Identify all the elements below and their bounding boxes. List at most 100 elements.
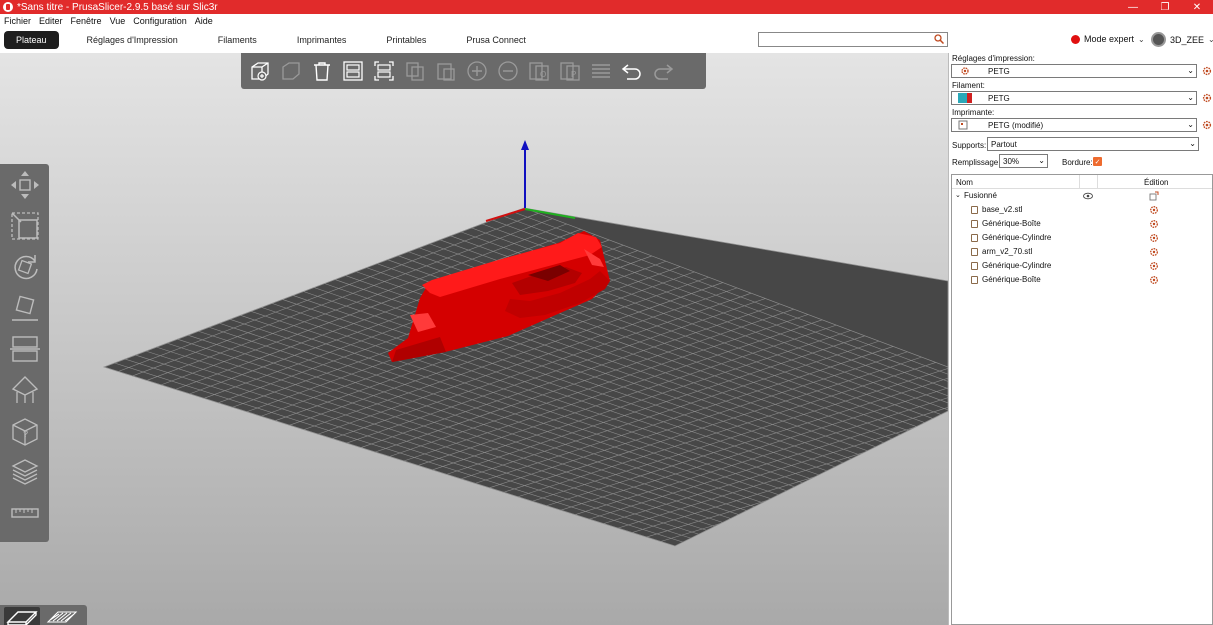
tree-item-label: Générique-Cylindre: [982, 261, 1052, 270]
user-account[interactable]: 3D_ZEE ⌄: [1151, 32, 1213, 47]
variable-layer-button[interactable]: [8, 455, 42, 489]
3d-viewport[interactable]: O P ?: [0, 53, 948, 625]
gear-icon[interactable]: [1149, 219, 1159, 229]
ruler-icon: [10, 508, 39, 518]
printer-gear-icon[interactable]: [1202, 120, 1212, 130]
layers-editing-button[interactable]: [588, 59, 613, 84]
supports-combo[interactable]: Partout ⌄: [987, 137, 1199, 151]
split-objects-button[interactable]: O: [526, 59, 551, 84]
paste-button[interactable]: [433, 59, 458, 84]
rotate-icon: [13, 255, 38, 280]
delete-all-button[interactable]: [309, 59, 334, 84]
undo-icon: [621, 64, 641, 80]
filament-gear-icon[interactable]: [1202, 93, 1212, 103]
expand-chevron-icon[interactable]: ⌄: [955, 191, 961, 199]
chevron-down-icon: ⌄: [1208, 35, 1213, 44]
chevron-down-icon: ⌄: [1189, 139, 1196, 148]
svg-text:?: ?: [23, 429, 28, 439]
undo-button[interactable]: [619, 59, 644, 84]
menu-fichier[interactable]: Fichier: [0, 16, 35, 26]
brim-label: Bordure:: [1062, 158, 1093, 167]
part-icon: [971, 206, 978, 214]
preview-button[interactable]: [44, 607, 80, 625]
move-icon: [10, 171, 39, 199]
mode-selector[interactable]: Mode expert ⌄: [1071, 34, 1145, 44]
cut-tool-button[interactable]: [8, 332, 42, 366]
tree-row[interactable]: Générique-Boîte: [952, 273, 1212, 287]
infill-combo[interactable]: 30% ⌄: [999, 154, 1048, 168]
gear-icon[interactable]: [1149, 233, 1159, 243]
scale-tool-button[interactable]: [8, 209, 42, 243]
print-settings-gear-icon[interactable]: [1202, 66, 1212, 76]
redo-icon: [653, 64, 673, 80]
build-plate-scene[interactable]: [0, 53, 948, 625]
tab-reglages-impression[interactable]: Réglages d'Impression: [75, 31, 190, 49]
seam-painting-button[interactable]: ?: [8, 414, 42, 448]
print-settings-value: PETG: [988, 66, 1010, 76]
delete-button[interactable]: [278, 59, 303, 84]
menu-vue[interactable]: Vue: [106, 16, 130, 26]
menu-editer[interactable]: Editer: [35, 16, 67, 26]
gear-icon[interactable]: [1149, 275, 1159, 285]
menu-aide[interactable]: Aide: [191, 16, 217, 26]
brim-checkbox[interactable]: ✓: [1093, 157, 1102, 166]
paint-supports-button[interactable]: [8, 373, 42, 407]
tree-row[interactable]: Générique-Cylindre: [952, 259, 1212, 273]
plus-icon: [466, 61, 487, 81]
prusaslicer-logo-icon: [3, 2, 13, 12]
minimize-button[interactable]: —: [1117, 0, 1149, 14]
tree-row[interactable]: Générique-Cylindre: [952, 231, 1212, 245]
printer-combo[interactable]: PETG (modifié) ⌄: [951, 118, 1197, 132]
remove-instance-button[interactable]: [495, 59, 520, 84]
redo-button[interactable]: [650, 59, 675, 84]
gear-icon[interactable]: [1149, 205, 1159, 215]
gear-icon[interactable]: [1149, 247, 1159, 257]
tab-prusa-connect[interactable]: Prusa Connect: [454, 31, 538, 49]
gear-icon: [961, 67, 969, 75]
maximize-button[interactable]: ❐: [1149, 0, 1181, 14]
tab-imprimantes[interactable]: Imprimantes: [285, 31, 359, 49]
chevron-down-icon: ⌄: [1138, 34, 1145, 44]
close-button[interactable]: ✕: [1181, 0, 1213, 14]
menu-fenetre[interactable]: Fenêtre: [67, 16, 106, 26]
rotate-tool-button[interactable]: [8, 250, 42, 284]
split-parts-icon: P: [559, 62, 580, 81]
paint-supports-icon: [11, 376, 38, 403]
search-input[interactable]: [758, 32, 948, 47]
tree-root-label: Fusionné: [964, 191, 997, 200]
gear-icon[interactable]: [1149, 261, 1159, 271]
object-list-header: Nom Édition: [952, 175, 1212, 189]
tab-filaments[interactable]: Filaments: [206, 31, 269, 49]
measure-tool-button[interactable]: [8, 496, 42, 530]
split-parts-button[interactable]: P: [557, 59, 582, 84]
svg-text:O: O: [540, 70, 546, 79]
arrange-button[interactable]: [340, 59, 365, 84]
copy-button[interactable]: [402, 59, 427, 84]
print-settings-combo[interactable]: PETG ⌄: [951, 64, 1197, 78]
tree-row[interactable]: arm_v2_70.stl: [952, 245, 1212, 259]
search-icon[interactable]: [934, 34, 944, 44]
edit-object-icon[interactable]: [1149, 191, 1159, 201]
menu-bar: Fichier Editer Fenêtre Vue Configuration…: [0, 14, 1213, 27]
part-icon: [971, 276, 978, 284]
add-instance-button[interactable]: [464, 59, 489, 84]
tab-printables[interactable]: Printables: [374, 31, 438, 49]
menu-configuration[interactable]: Configuration: [129, 16, 191, 26]
add-button[interactable]: [247, 59, 272, 84]
arrange-selection-button[interactable]: [371, 59, 396, 84]
tree-row[interactable]: Générique-Boîte: [952, 217, 1212, 231]
tab-plateau[interactable]: Plateau: [4, 31, 59, 49]
place-on-face-icon: [11, 295, 38, 321]
tree-row-root[interactable]: ⌄ Fusionné: [952, 189, 1212, 203]
filament-combo[interactable]: PETG ⌄: [951, 91, 1197, 105]
chevron-down-icon: ⌄: [1187, 120, 1194, 129]
eye-icon[interactable]: [1083, 192, 1093, 200]
3d-view-button[interactable]: [4, 607, 40, 625]
part-icon: [971, 248, 978, 256]
place-on-face-button[interactable]: [8, 291, 42, 325]
filament-value: PETG: [988, 93, 1010, 103]
printer-value: PETG (modifié): [988, 120, 1044, 130]
tree-item-label: Générique-Cylindre: [982, 233, 1052, 242]
move-tool-button[interactable]: [8, 168, 42, 202]
tree-row[interactable]: base_v2.stl: [952, 203, 1212, 217]
